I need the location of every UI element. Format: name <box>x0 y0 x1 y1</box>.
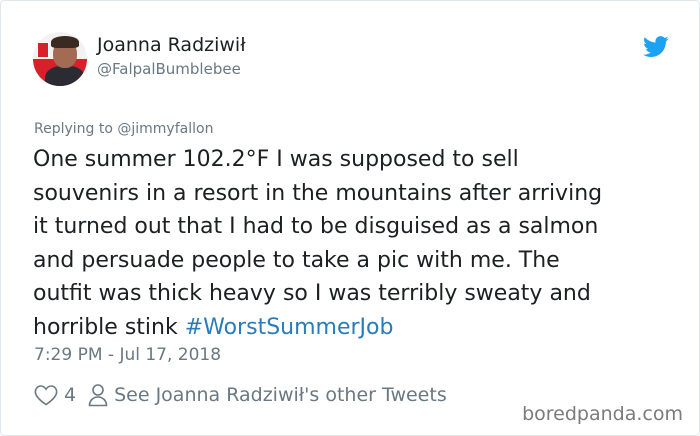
like-count: 4 <box>64 384 77 406</box>
other-tweets-link[interactable]: See Joanna Radziwił's other Tweets <box>114 384 447 406</box>
tweet-actions: 4 See Joanna Radziwił's other Tweets <box>34 382 447 408</box>
flag-badge <box>37 42 49 58</box>
tweet-timestamp[interactable]: 7:29 PM - Jul 17, 2018 <box>34 345 221 365</box>
author-handle[interactable]: @FalpalBumblebee <box>97 60 241 78</box>
watermark: boredpanda.com <box>522 403 683 425</box>
author-display-name[interactable]: Joanna Radziwił <box>97 34 246 56</box>
twitter-bird-icon[interactable] <box>643 36 669 58</box>
hashtag-link[interactable]: #WorstSummerJob <box>185 315 394 340</box>
avatar[interactable] <box>33 32 87 86</box>
heart-icon[interactable] <box>34 384 58 406</box>
reply-context[interactable]: Replying to @jimmyfallon <box>34 121 213 137</box>
tweet-body: One summer 102.2°F I was supposed to sel… <box>33 147 603 340</box>
tweet-text: One summer 102.2°F I was supposed to sel… <box>33 143 673 345</box>
tweet-card: Joanna Radziwił @FalpalBumblebee Replyin… <box>0 0 700 436</box>
avatar-hair <box>51 36 79 48</box>
person-icon <box>88 384 108 407</box>
avatar-body <box>45 66 85 86</box>
